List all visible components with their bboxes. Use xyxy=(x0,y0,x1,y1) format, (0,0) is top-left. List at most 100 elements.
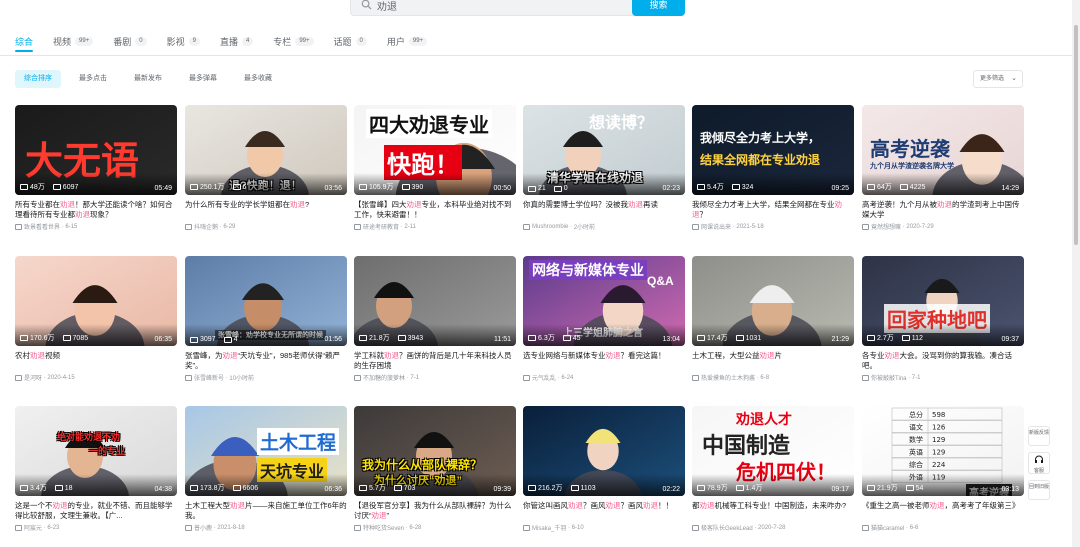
video-duration: 14:29 xyxy=(1001,185,1019,192)
tab-label: 视频 xyxy=(53,36,72,47)
video-card[interactable]: 退?快跑！退！250.1万603:56 为什么所有专业的学长学姐都在劝退? 抖嗨企鹅… xyxy=(185,105,347,245)
uploader-name[interactable]: 特种吃货Seven xyxy=(363,523,404,532)
video-duration: 09:17 xyxy=(831,486,849,493)
uploader-name[interactable]: Misaka_千羽 xyxy=(532,523,566,532)
sort-option-0[interactable]: 综合排序 xyxy=(15,70,61,88)
video-thumbnail[interactable]: 170.6万 7085 06:35 xyxy=(15,256,177,346)
video-title[interactable]: 【张雪峰】四大劝退专业，本科毕业绝对找不到工作，快来避雷！！ xyxy=(354,200,516,220)
video-card[interactable]: 21.8万 3943 11:51 学工科就劝退？画饼的背后是几十年来科技人员的生存困境… xyxy=(354,256,516,396)
keyword-highlight: 劝退 xyxy=(692,200,842,219)
video-card[interactable]: 张雪峰：劝学校专业无所谓的时候3097401:56 张雪峰，为劝退“天坑专业”，9… xyxy=(185,256,347,396)
video-thumbnail[interactable]: 我倾尽全力考上大学， 结果全网都在专业劝退 5.4万 324 09:25 xyxy=(692,105,854,195)
more-filter-dropdown[interactable]: 更多筛选 ⌄ xyxy=(973,70,1023,88)
uploader-name[interactable]: 猫猫caramel xyxy=(871,523,904,532)
video-title[interactable]: 这是一个不劝退的专业，就业不错、而且能够学得比较舒服，文理生兼收。【广... xyxy=(15,501,177,521)
tab-6[interactable]: 话题 0 xyxy=(334,34,367,48)
video-card[interactable]: 我为什么从部队裸辞？为什么讨厌“劝退”5.7万70309:39 【退役军官分享】我… xyxy=(354,406,516,546)
video-thumbnail[interactable]: 21.8万 3943 11:51 xyxy=(354,256,516,346)
video-card[interactable]: 想读博？清华学姐在线劝退21002:23 你真的需要博士学位吗？没被我劝退再读 Mu… xyxy=(523,105,685,245)
scrollbar-thumb[interactable] xyxy=(1074,25,1078,245)
video-title[interactable]: 高考逆袭！九个月从被劝退的学渣到考上中国传媒大学 xyxy=(862,200,1024,220)
video-card[interactable]: 土木工程 天坑专业 173.8万 6606 06:36 土木工程大型劝退片——来自施工单位… xyxy=(185,406,347,546)
uploader-name[interactable]: 网课说出来 xyxy=(701,222,731,231)
video-card[interactable]: 四大劝退专业 快跑！ 105.9万 390 00:50 【张雪峰】四大劝退专业，本科毕业绝… xyxy=(354,105,516,245)
video-thumbnail[interactable]: 我为什么从部队裸辞？为什么讨厌“劝退”5.7万70309:39 xyxy=(354,406,516,496)
tab-7[interactable]: 用户 99+ xyxy=(387,34,428,48)
video-title[interactable]: 你管这叫画风劝退？画风劝退？画风劝退！！ xyxy=(523,501,685,521)
video-card[interactable]: 170.6万 7085 06:35 农村劝退视频 是河呀 · 2020-4-15 xyxy=(15,256,177,396)
video-thumbnail[interactable]: 张雪峰：劝学校专业无所谓的时候3097401:56 xyxy=(185,256,347,346)
uploader-name[interactable]: 竟然想想嘛 xyxy=(871,222,901,231)
uploader-name[interactable]: 不加糖的菠萝林 xyxy=(363,373,405,382)
video-card[interactable]: 绝对能劝退不劝 一的专业 3.4万 18 04:38 这是一个不劝退的专业，就业不错、而且… xyxy=(15,406,177,546)
uploader-name[interactable]: 致景看看世界 xyxy=(24,222,60,231)
uploader-name[interactable]: 是河呀 xyxy=(24,373,42,382)
video-title[interactable]: 为什么所有专业的学长学姐都在劝退? xyxy=(185,200,347,220)
video-card[interactable]: 大无语 48万 6097 05:49 所有专业都在劝退！那大学还能读个啥？如何合理看待所… xyxy=(15,105,177,245)
video-card[interactable]: 回家种地吧 2.7万 112 09:37 各专业劝退大会。没骂到你的算我输。凑合话吧。你… xyxy=(862,256,1024,396)
uploader-name[interactable]: 你被敲敲Tina xyxy=(871,373,906,382)
video-card[interactable]: 17.4万 1031 21:29 土木工程，大型公益劝退片 热爱摸鱼的土木狗酱 · 6-… xyxy=(692,256,854,396)
video-thumbnail[interactable]: 网络与新媒体专业Q&A上三学姐肺腑之言6.3万4513:04 xyxy=(523,256,685,346)
video-thumbnail[interactable]: 土木工程 天坑专业 173.8万 6606 06:36 xyxy=(185,406,347,496)
video-thumbnail[interactable]: 总分598语文126数学129英语129综合224外语119高考逆袭21.9万5… xyxy=(862,406,1024,496)
tab-2[interactable]: 番剧 0 xyxy=(113,34,147,48)
active-tab-indicator xyxy=(15,50,33,52)
sort-option-3[interactable]: 最多弹幕 xyxy=(180,70,226,88)
video-thumbnail[interactable]: 回家种地吧 2.7万 112 09:37 xyxy=(862,256,1024,346)
uploader-name[interactable]: Mushroombie xyxy=(532,224,568,230)
sort-option-1[interactable]: 最多点击 xyxy=(70,70,116,88)
tab-3[interactable]: 影视 9 xyxy=(167,34,200,48)
video-thumbnail[interactable]: 想读博？清华学姐在线劝退21002:23 xyxy=(523,105,685,195)
uploader-name[interactable]: 极客队长GeekLead xyxy=(701,523,753,532)
search-button[interactable]: 搜索 xyxy=(632,0,685,16)
uploader-name[interactable]: 抖嗨企鹅 xyxy=(194,222,218,231)
tab-4[interactable]: 直播 4 xyxy=(220,34,254,48)
video-title[interactable]: 我倾尽全力才考上大学，结果全网都在专业劝退？ xyxy=(692,200,854,220)
feedback-button[interactable]: 新版反馈 xyxy=(1028,426,1050,446)
video-title[interactable]: 各专业劝退大会。没骂到你的算我输。凑合话吧。 xyxy=(862,351,1024,371)
video-card[interactable]: 劝退人才 中国制造 危机四伏！ 78.9万 1.4万 09:17 都劝退机械等工科专业！中国… xyxy=(692,406,854,546)
video-title[interactable]: 你真的需要博士学位吗？没被我劝退再读 xyxy=(523,200,685,220)
video-title[interactable]: 土木工程大型劝退片——来自施工单位工作6年的我。 xyxy=(185,501,347,521)
tab-0[interactable]: 综合 xyxy=(15,34,33,48)
play-count-icon xyxy=(697,335,705,341)
video-thumbnail[interactable]: 216.2万 1103 02:22 xyxy=(523,406,685,496)
tab-1[interactable]: 视频 99+ xyxy=(53,34,94,48)
uploader-icon xyxy=(354,524,361,531)
video-thumbnail[interactable]: 绝对能劝退不劝 一的专业 3.4万 18 04:38 xyxy=(15,406,177,496)
video-card[interactable]: 我倾尽全力考上大学， 结果全网都在专业劝退 5.4万 324 09:25 我倾尽全力才考上… xyxy=(692,105,854,245)
video-title[interactable]: 都劝退机械等工科专业！中国制造，未来咋办? xyxy=(692,501,854,521)
video-title[interactable]: 学工科就劝退？画饼的背后是几十年来科技人员的生存困境 xyxy=(354,351,516,371)
video-thumbnail[interactable]: 高考逆袭 九个月从学渣逆袭名牌大学 64万 4225 14:29 xyxy=(862,105,1024,195)
video-title[interactable]: 选专业网络与新媒体专业劝退？看完这篇！ xyxy=(523,351,685,371)
old-version-button[interactable]: 回到旧版 xyxy=(1028,480,1050,500)
video-thumbnail[interactable]: 四大劝退专业 快跑！ 105.9万 390 00:50 xyxy=(354,105,516,195)
video-card[interactable]: 网络与新媒体专业Q&A上三学姐肺腑之言6.3万4513:04 选专业网络与新媒体专… xyxy=(523,256,685,396)
uploader-name[interactable]: 张雪峰新号 xyxy=(194,373,224,382)
customer-service-button[interactable]: 客服 xyxy=(1028,452,1050,474)
video-card[interactable]: 高考逆袭 九个月从学渣逆袭名牌大学 64万 4225 14:29 高考逆袭！九个月从被劝退… xyxy=(862,105,1024,245)
uploader-name[interactable]: 热爱摸鱼的土木狗酱 xyxy=(701,373,755,382)
video-thumbnail[interactable]: 大无语 48万 6097 05:49 xyxy=(15,105,177,195)
thumbnail-caption: 九个月从学渣逆袭名牌大学 xyxy=(870,163,954,170)
tab-5[interactable]: 专栏 99+ xyxy=(273,34,314,48)
video-thumbnail[interactable]: 退?快跑！退！250.1万603:56 xyxy=(185,105,347,195)
danmaku-icon xyxy=(62,335,71,341)
uploader-name[interactable]: 研途考研教育 xyxy=(363,222,399,231)
video-title[interactable]: 所有专业都在劝退！那大学还能读个啥？如何合理看待所有专业都劝退现象？ xyxy=(15,200,177,220)
video-card[interactable]: 216.2万 1103 02:22 你管这叫画风劝退？画风劝退？画风劝退！！ Misak… xyxy=(523,406,685,546)
video-title[interactable]: 张雪峰，为劝退“天坑专业”，985老师伏得“赖严奖”。 xyxy=(185,351,347,371)
uploader-name[interactable]: 元气乱乱 xyxy=(532,373,556,382)
uploader-name[interactable]: 阿宸元 xyxy=(24,523,42,532)
video-thumbnail[interactable]: 劝退人才 中国制造 危机四伏！ 78.9万 1.4万 09:17 xyxy=(692,406,854,496)
video-card[interactable]: 总分598语文126数学129英语129综合224外语119高考逆袭21.9万5… xyxy=(862,406,1024,546)
video-thumbnail[interactable]: 17.4万 1031 21:29 xyxy=(692,256,854,346)
video-title[interactable]: 【退役军官分享】我为什么从部队裸辞？为什么讨厌“劝退” xyxy=(354,501,516,521)
video-title[interactable]: 《重生之高一被老师劝退，高考考了年级第三》 xyxy=(862,501,1024,521)
uploader-name[interactable]: 普小鹿 xyxy=(194,523,212,532)
sort-option-4[interactable]: 最多收藏 xyxy=(235,70,281,88)
video-title[interactable]: 土木工程，大型公益劝退片 xyxy=(692,351,854,371)
sort-option-2[interactable]: 最新发布 xyxy=(125,70,171,88)
video-title[interactable]: 农村劝退视频 xyxy=(15,351,177,371)
